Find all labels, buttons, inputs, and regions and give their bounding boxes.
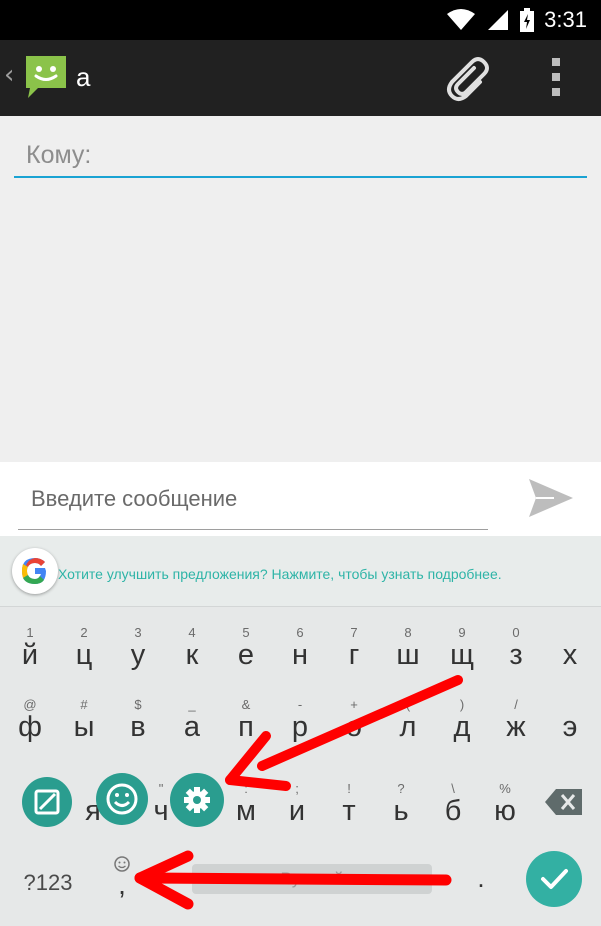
key-ш[interactable]: 8ш xyxy=(381,615,435,681)
handwriting-icon xyxy=(34,789,60,815)
keyboard: 1й 2ц 3у 4к 5е 6н 7г 8ш 9щ 0з х @ ф # ы $ в… xyxy=(0,606,601,926)
key-е[interactable]: 5е xyxy=(219,615,273,681)
key-р[interactable]: -р xyxy=(273,687,327,753)
status-bar: 3:31 xyxy=(0,0,601,40)
message-field-container xyxy=(18,476,488,530)
conversation-area xyxy=(0,116,601,462)
period-key[interactable]: . xyxy=(466,863,496,903)
key-ц[interactable]: 2ц xyxy=(57,615,111,681)
key-з[interactable]: 0з xyxy=(489,615,543,681)
comma-key[interactable]: , xyxy=(106,855,138,903)
recipient-field-container xyxy=(14,136,587,178)
signal-icon xyxy=(488,10,509,30)
message-input[interactable] xyxy=(18,476,488,522)
settings-icon xyxy=(184,787,210,813)
key-п[interactable]: & п xyxy=(219,687,273,753)
key-д[interactable]: ) д xyxy=(435,687,489,753)
key-г[interactable]: 7г xyxy=(327,615,381,681)
action-bar: ‹ a xyxy=(0,40,601,116)
key-л[interactable]: (л xyxy=(381,687,435,753)
key-б[interactable]: \ б xyxy=(426,771,480,837)
battery-icon xyxy=(520,8,535,32)
clock: 3:31 xyxy=(544,7,587,32)
wifi-icon xyxy=(447,9,476,30)
key-о[interactable]: + о xyxy=(327,687,381,753)
key-э[interactable]: э xyxy=(543,687,597,753)
enter-key[interactable] xyxy=(526,851,582,907)
status-icons: 3:31 xyxy=(446,6,587,34)
recipient-input[interactable] xyxy=(14,136,587,174)
suggestion-text[interactable]: Хотите улучшить предложения? Нажмите, чт… xyxy=(58,566,502,582)
compose-bar xyxy=(0,462,601,536)
key-ь[interactable]: ? ь xyxy=(374,771,428,837)
comma-label: , xyxy=(118,869,126,900)
space-key[interactable]: Русский xyxy=(192,864,432,894)
key-ф[interactable]: @ ф xyxy=(3,687,57,753)
key-й[interactable]: 1й xyxy=(3,615,57,681)
key-т[interactable]: ! т xyxy=(322,771,376,837)
overflow-menu-icon[interactable] xyxy=(544,56,568,98)
checkmark-icon xyxy=(541,869,568,889)
send-icon[interactable] xyxy=(526,476,576,520)
key-н[interactable]: 6н xyxy=(273,615,327,681)
key-х[interactable]: х xyxy=(543,615,597,681)
key-а[interactable]: _ а xyxy=(165,687,219,753)
key-у[interactable]: 3у xyxy=(111,615,165,681)
attachment-icon[interactable] xyxy=(446,56,492,102)
key-ю[interactable]: % ю xyxy=(478,771,532,837)
messaging-app-icon[interactable] xyxy=(22,52,70,100)
key-ы[interactable]: # ы xyxy=(57,687,111,753)
backspace-icon[interactable] xyxy=(544,787,584,817)
key-к[interactable]: 4к xyxy=(165,615,219,681)
key-ж[interactable]: / ж xyxy=(489,687,543,753)
handwriting-button[interactable] xyxy=(22,777,72,827)
key-и[interactable]: ; и xyxy=(270,771,324,837)
key-в[interactable]: $ в xyxy=(111,687,165,753)
settings-button[interactable] xyxy=(170,773,224,827)
key-щ[interactable]: 9щ xyxy=(435,615,489,681)
emoji-icon xyxy=(106,783,138,815)
back-chevron-icon[interactable]: ‹ xyxy=(4,60,14,90)
conversation-title: a xyxy=(76,62,91,92)
key-м[interactable]: :м xyxy=(219,771,273,837)
emoji-button[interactable] xyxy=(96,773,148,825)
symbols-key[interactable]: ?123 xyxy=(14,863,82,903)
google-icon[interactable] xyxy=(12,548,58,594)
suggestion-strip[interactable]: Хотите улучшить предложения? Нажмите, чт… xyxy=(0,536,601,606)
